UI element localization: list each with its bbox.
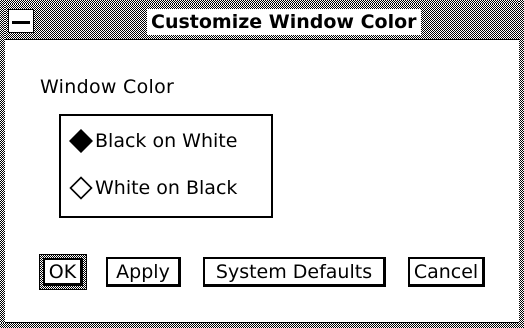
window-menu-icon: [12, 20, 30, 24]
window-color-radio-group: Black on White White on Black: [59, 114, 273, 218]
system-defaults-button[interactable]: System Defaults: [203, 257, 386, 287]
radio-option-white-on-black[interactable]: White on Black: [69, 173, 237, 203]
ok-button[interactable]: OK: [43, 258, 83, 286]
bottom-divider: [5, 322, 519, 323]
radio-label-white-on-black: White on Black: [95, 177, 238, 199]
window-frame-left[interactable]: [0, 0, 5, 328]
title-bar[interactable]: Customize Window Color: [5, 4, 519, 40]
window-color-label: Window Color: [40, 76, 175, 98]
window-frame-right[interactable]: [519, 0, 524, 328]
radio-option-black-on-white[interactable]: Black on White: [69, 126, 237, 156]
window-menu-button[interactable]: [8, 9, 34, 33]
window-title: Customize Window Color: [147, 9, 421, 35]
radio-label-black-on-white: Black on White: [95, 130, 238, 152]
apply-button[interactable]: Apply: [106, 257, 181, 287]
hollow-diamond-icon[interactable]: [69, 176, 93, 200]
cancel-button[interactable]: Cancel: [408, 257, 485, 287]
window-frame-bottom[interactable]: [0, 323, 524, 328]
customize-window-color-dialog: Customize Window Color Window Color Blac…: [0, 0, 524, 328]
filled-diamond-icon[interactable]: [69, 129, 93, 153]
